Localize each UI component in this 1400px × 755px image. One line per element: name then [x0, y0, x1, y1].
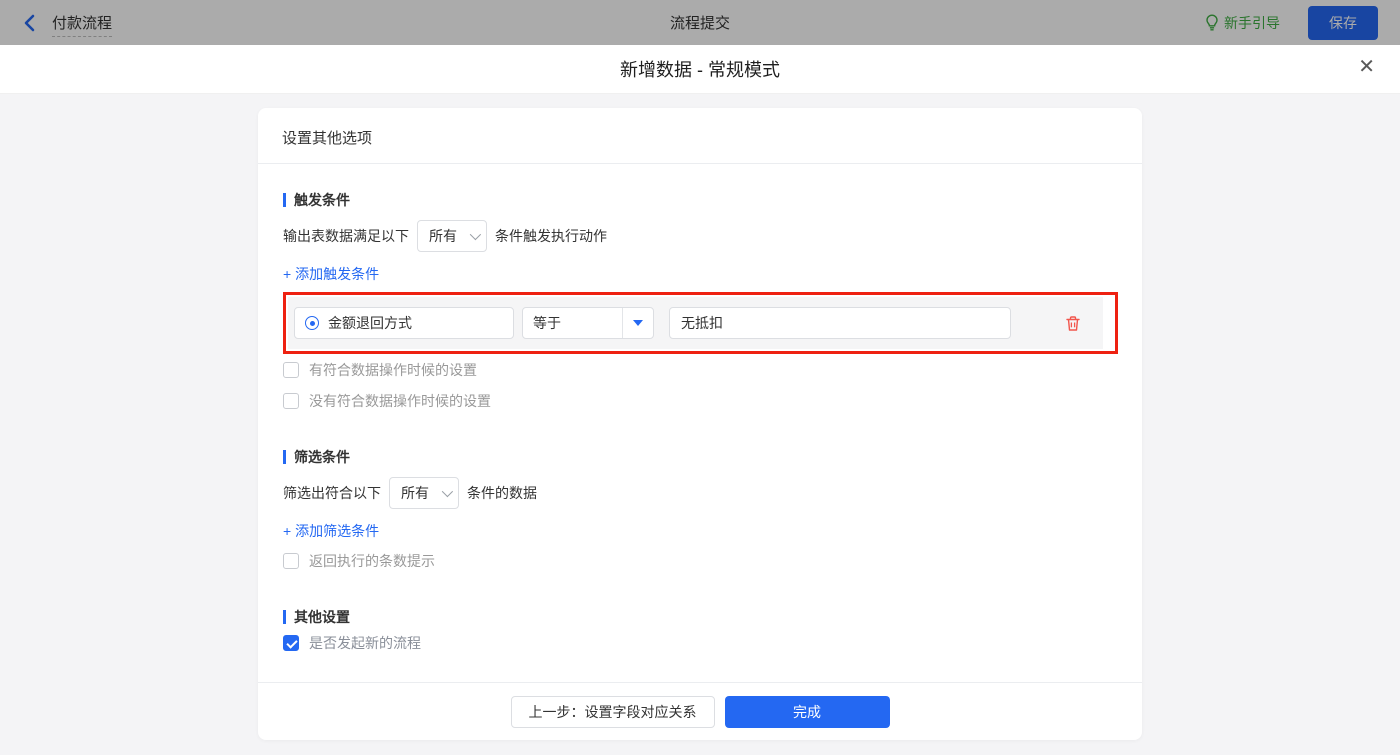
- checkbox-has-matching-data[interactable]: 有符合数据操作时候的设置: [283, 360, 1118, 380]
- trigger-section-title: 触发条件: [283, 190, 1118, 210]
- previous-step-button[interactable]: 上一步：设置字段对应关系: [511, 696, 715, 728]
- trigger-condition-row: 金额退回方式 等于 无抵扣: [288, 297, 1103, 349]
- section-accent-bar: [283, 193, 286, 207]
- top-bar: 付款流程 流程提交 新手引导 保存: [0, 0, 1400, 45]
- card-title: 设置其他选项: [258, 108, 1142, 164]
- condition-operator-select[interactable]: 等于: [522, 307, 654, 339]
- section-accent-bar: [283, 450, 286, 464]
- trash-icon: [1065, 315, 1081, 332]
- caret-down-icon: [633, 320, 643, 326]
- trigger-suffix-text: 条件触发执行动作: [495, 226, 607, 246]
- highlight-annotation-box: 金额退回方式 等于 无抵扣: [283, 292, 1118, 354]
- checkbox-return-count-tip[interactable]: 返回执行的条数提示: [283, 551, 1118, 571]
- condition-field-select[interactable]: 金额退回方式: [294, 307, 514, 339]
- done-button[interactable]: 完成: [725, 696, 890, 728]
- filter-suffix-text: 条件的数据: [467, 483, 537, 503]
- guide-label: 新手引导: [1224, 13, 1280, 33]
- modal-header: 新增数据 - 常规模式 ✕: [0, 45, 1400, 94]
- chevron-down-icon: [470, 229, 481, 240]
- card-footer: 上一步：设置字段对应关系 完成: [258, 682, 1142, 740]
- filter-section-title: 筛选条件: [283, 447, 1118, 467]
- modal-body: 设置其他选项 触发条件 输出表数据满足以下 所有 条件触发执行动作 + 添加触发…: [0, 94, 1400, 755]
- lightbulb-icon: [1205, 14, 1219, 31]
- add-filter-condition-link[interactable]: + 添加筛选条件: [283, 521, 379, 541]
- filter-match-select[interactable]: 所有: [389, 477, 459, 509]
- beginner-guide-link[interactable]: 新手引导: [1205, 13, 1280, 33]
- section-accent-bar: [283, 610, 286, 624]
- chevron-down-icon: [442, 486, 453, 497]
- operator-caret-zone[interactable]: [622, 308, 653, 338]
- close-icon[interactable]: ✕: [1358, 57, 1375, 77]
- save-button[interactable]: 保存: [1308, 6, 1378, 40]
- options-card: 设置其他选项 触发条件 输出表数据满足以下 所有 条件触发执行动作 + 添加触发…: [258, 108, 1142, 740]
- checkbox-box: [283, 362, 299, 378]
- other-section-title: 其他设置: [283, 607, 1118, 627]
- checkbox-no-matching-data[interactable]: 没有符合数据操作时候的设置: [283, 391, 1118, 411]
- radio-field-icon: [305, 316, 319, 330]
- trigger-match-select[interactable]: 所有: [417, 220, 487, 252]
- trigger-prefix-text: 输出表数据满足以下: [283, 226, 409, 246]
- checkbox-box: [283, 553, 299, 569]
- checkbox-box: [283, 393, 299, 409]
- node-title: 流程提交: [0, 12, 1400, 33]
- checkbox-start-new-flow[interactable]: 是否发起新的流程: [283, 633, 1118, 653]
- add-trigger-condition-link[interactable]: + 添加触发条件: [283, 264, 379, 284]
- filter-prefix-text: 筛选出符合以下: [283, 483, 381, 503]
- condition-value-input[interactable]: 无抵扣: [669, 307, 1011, 339]
- checkbox-box-checked: [283, 635, 299, 651]
- delete-condition-button[interactable]: [1065, 315, 1081, 332]
- modal-title: 新增数据 - 常规模式: [620, 56, 780, 82]
